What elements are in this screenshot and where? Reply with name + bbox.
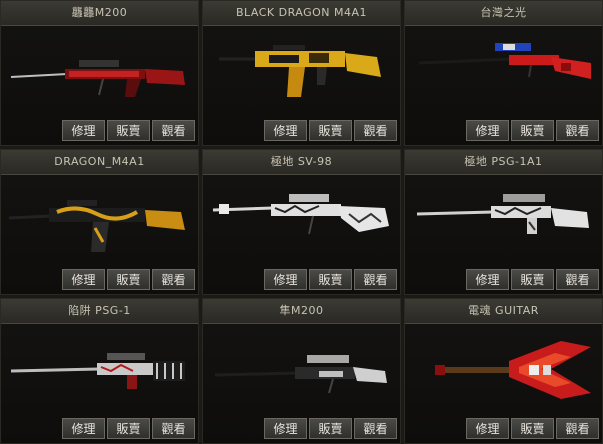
electric-guitar-icon	[435, 341, 591, 399]
view-button[interactable]: 觀看	[556, 269, 599, 290]
repair-button[interactable]: 修理	[62, 418, 105, 439]
weapon-name: BLACK DRAGON M4A1	[203, 1, 400, 26]
weapon-card: 極地 SV-98 修理 販賣 觀看	[202, 149, 401, 295]
weapon-name: 電魂 GUITAR	[405, 299, 602, 324]
sell-button[interactable]: 販賣	[309, 269, 352, 290]
sell-button[interactable]: 販賣	[511, 418, 554, 439]
weapon-card: DRAGON_M4A1 修理 販賣 觀看	[0, 149, 199, 295]
weapon-name: 極地 SV-98	[203, 150, 400, 175]
view-button[interactable]: 觀看	[354, 120, 397, 141]
repair-button[interactable]: 修理	[466, 418, 509, 439]
sniper-rifle-arctic-psg-icon	[416, 194, 589, 234]
weapon-name: 台灣之光	[405, 1, 602, 26]
weapon-name: 隼M200	[203, 299, 400, 324]
repair-button[interactable]: 修理	[264, 418, 307, 439]
sell-button[interactable]: 販賣	[511, 269, 554, 290]
sniper-rifle-arctic-icon	[212, 194, 389, 235]
view-button[interactable]: 觀看	[152, 269, 195, 290]
sell-button[interactable]: 販賣	[309, 418, 352, 439]
weapon-name: DRAGON_M4A1	[1, 150, 198, 175]
weapon-name: 龘龘M200	[1, 1, 198, 26]
sniper-rifle-trap-icon	[10, 353, 185, 389]
weapon-card: 台灣之光 修理 販賣 觀看	[404, 0, 603, 146]
sniper-rifle-red-icon	[10, 60, 185, 97]
repair-button[interactable]: 修理	[264, 120, 307, 141]
weapon-name: 陷阱 PSG-1	[1, 299, 198, 324]
weapon-card: 電魂 GUITAR 修理 販賣 觀看	[404, 298, 603, 444]
repair-button[interactable]: 修理	[264, 269, 307, 290]
sell-button[interactable]: 販賣	[309, 120, 352, 141]
view-button[interactable]: 觀看	[556, 418, 599, 439]
weapon-card: 隼M200 修理 販賣 觀看	[202, 298, 401, 444]
repair-button[interactable]: 修理	[62, 120, 105, 141]
view-button[interactable]: 觀看	[152, 418, 195, 439]
weapon-name: 極地 PSG-1A1	[405, 150, 602, 175]
sell-button[interactable]: 販賣	[107, 120, 150, 141]
view-button[interactable]: 觀看	[354, 269, 397, 290]
weapon-inventory-grid: 龘龘M200 修理 販賣 觀看 BLACK DRAGON M4A1 修理 販賣 …	[0, 0, 603, 444]
repair-button[interactable]: 修理	[466, 269, 509, 290]
sniper-rifle-silver-icon	[214, 355, 387, 394]
weapon-card: 陷阱 PSG-1 修理 販賣 觀看	[0, 298, 199, 444]
repair-button[interactable]: 修理	[62, 269, 105, 290]
sniper-rifle-red-flag-icon	[418, 43, 591, 79]
assault-rifle-gold-icon	[219, 45, 381, 97]
weapon-card: 龘龘M200 修理 販賣 觀看	[0, 0, 199, 146]
weapon-card: 極地 PSG-1A1 修理 販賣 觀看	[404, 149, 603, 295]
repair-button[interactable]: 修理	[466, 120, 509, 141]
view-button[interactable]: 觀看	[556, 120, 599, 141]
view-button[interactable]: 觀看	[152, 120, 195, 141]
assault-rifle-dragon-icon	[8, 200, 185, 252]
sell-button[interactable]: 販賣	[107, 269, 150, 290]
sell-button[interactable]: 販賣	[511, 120, 554, 141]
view-button[interactable]: 觀看	[354, 418, 397, 439]
weapon-card: BLACK DRAGON M4A1 修理 販賣 觀看	[202, 0, 401, 146]
sell-button[interactable]: 販賣	[107, 418, 150, 439]
